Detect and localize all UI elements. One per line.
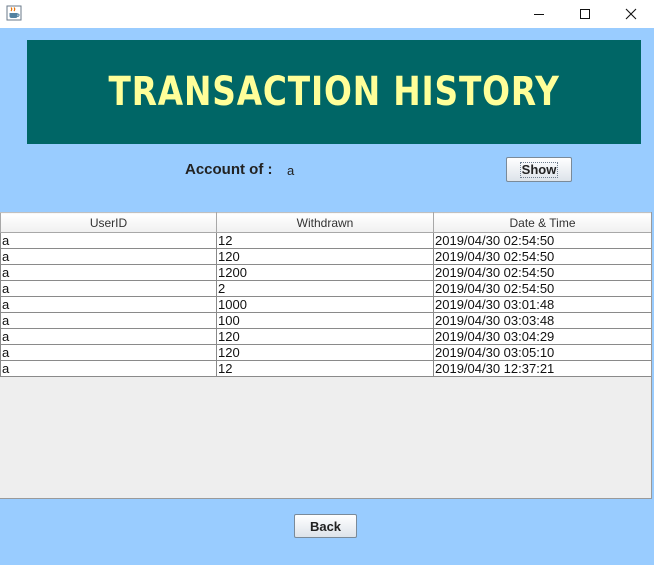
column-header-withdrawn[interactable]: Withdrawn	[216, 212, 434, 233]
table-row[interactable]: a 120 2019/04/30 03:04:29	[0, 328, 651, 345]
cell-withdrawn[interactable]: 120	[216, 248, 434, 265]
maximize-button[interactable]	[562, 0, 608, 28]
page-title: TRANSACTION HISTORY	[108, 69, 560, 115]
window-titlebar	[0, 0, 654, 28]
back-button[interactable]: Back	[294, 514, 357, 538]
cell-withdrawn[interactable]: 1000	[216, 296, 434, 313]
close-icon	[625, 8, 637, 20]
cell-datetime[interactable]: 2019/04/30 02:54:50	[433, 280, 651, 297]
cell-datetime[interactable]: 2019/04/30 03:04:29	[433, 328, 651, 345]
table-row[interactable]: a 2 2019/04/30 02:54:50	[0, 280, 651, 297]
cell-datetime[interactable]: 2019/04/30 03:03:48	[433, 312, 651, 329]
cell-userid[interactable]: a	[0, 360, 217, 377]
table-row[interactable]: a 12 2019/04/30 12:37:21	[0, 360, 651, 377]
cell-withdrawn[interactable]: 100	[216, 312, 434, 329]
main-panel: TRANSACTION HISTORY Account of : a Show …	[0, 28, 654, 565]
column-header-datetime[interactable]: Date & Time	[433, 212, 651, 233]
close-button[interactable]	[608, 0, 654, 28]
cell-datetime[interactable]: 2019/04/30 03:05:10	[433, 344, 651, 361]
table-row[interactable]: a 120 2019/04/30 03:05:10	[0, 344, 651, 361]
cell-datetime[interactable]: 2019/04/30 12:37:21	[433, 360, 651, 377]
maximize-icon	[579, 8, 591, 20]
column-header-userid[interactable]: UserID	[0, 212, 217, 233]
cell-userid[interactable]: a	[0, 280, 217, 297]
cell-userid[interactable]: a	[0, 248, 217, 265]
cell-datetime[interactable]: 2019/04/30 03:01:48	[433, 296, 651, 313]
show-button[interactable]: Show	[506, 157, 572, 182]
cell-withdrawn[interactable]: 120	[216, 344, 434, 361]
cell-userid[interactable]: a	[0, 296, 217, 313]
account-value: a	[287, 163, 295, 178]
table-row[interactable]: a 12 2019/04/30 02:54:50	[0, 232, 651, 249]
cell-withdrawn[interactable]: 12	[216, 360, 434, 377]
table-row[interactable]: a 120 2019/04/30 02:54:50	[0, 248, 651, 265]
cell-withdrawn[interactable]: 120	[216, 328, 434, 345]
transaction-table-scrollpane[interactable]: UserID Withdrawn Date & Time a 12 2019/04/…	[0, 212, 652, 499]
table-row[interactable]: a 100 2019/04/30 03:03:48	[0, 312, 651, 329]
back-button-label: Back	[309, 518, 342, 534]
show-button-label: Show	[519, 161, 559, 178]
transaction-table: UserID Withdrawn Date & Time a 12 2019/04/…	[0, 212, 651, 377]
cell-userid[interactable]: a	[0, 264, 217, 281]
cell-datetime[interactable]: 2019/04/30 02:54:50	[433, 264, 651, 281]
cell-withdrawn[interactable]: 1200	[216, 264, 434, 281]
minimize-icon	[533, 8, 545, 20]
cell-userid[interactable]: a	[0, 328, 217, 345]
table-header-row: UserID Withdrawn Date & Time	[0, 212, 651, 233]
cell-userid[interactable]: a	[0, 344, 217, 361]
cell-userid[interactable]: a	[0, 232, 217, 249]
table-row[interactable]: a 1000 2019/04/30 03:01:48	[0, 296, 651, 313]
table-row[interactable]: a 1200 2019/04/30 02:54:50	[0, 264, 651, 281]
account-label: Account of :	[185, 161, 273, 178]
java-coffee-icon[interactable]	[6, 5, 22, 21]
cell-userid[interactable]: a	[0, 312, 217, 329]
title-banner: TRANSACTION HISTORY	[27, 40, 641, 144]
cell-datetime[interactable]: 2019/04/30 02:54:50	[433, 248, 651, 265]
cell-datetime[interactable]: 2019/04/30 02:54:50	[433, 232, 651, 249]
cell-withdrawn[interactable]: 2	[216, 280, 434, 297]
cell-withdrawn[interactable]: 12	[216, 232, 434, 249]
minimize-button[interactable]	[516, 0, 562, 28]
